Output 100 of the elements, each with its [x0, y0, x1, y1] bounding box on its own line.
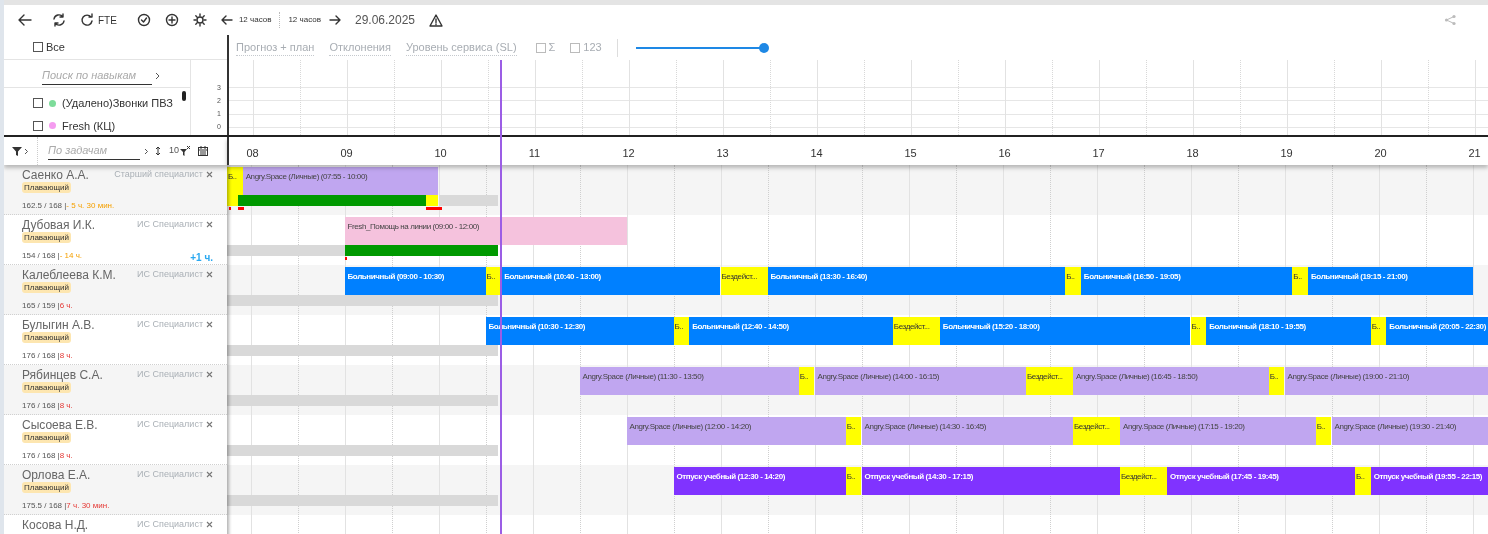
- shift-bar[interactable]: Больничный (18:10 - 19:55): [1206, 317, 1371, 345]
- shift-bar[interactable]: Отпуск учебный (12:30 - 14:20): [673, 467, 846, 495]
- shift-bar[interactable]: Больничный (09:00 - 10:30): [344, 267, 486, 295]
- scrollbar-thumb[interactable]: [182, 91, 186, 101]
- shift-bar[interactable]: Б..: [1065, 267, 1081, 295]
- shift-bar[interactable]: Angry.Space (Личные) (14:00 - 16:15): [814, 367, 1026, 395]
- checkbox[interactable]: [33, 42, 43, 52]
- add-circle-icon[interactable]: [164, 13, 179, 27]
- role-label: ИС Специалист: [137, 318, 203, 331]
- shift-bar[interactable]: Больничный (15:20 - 18:00): [939, 317, 1191, 345]
- employee-name: Рябинцев С.А.: [22, 367, 103, 384]
- task-search-field[interactable]: По задачам: [48, 142, 140, 160]
- shift-bar[interactable]: Бездейст...: [892, 317, 940, 345]
- chevron-right-icon[interactable]: [144, 147, 149, 155]
- close-icon[interactable]: [206, 471, 213, 479]
- shift-bar[interactable]: Бездейст...: [1026, 367, 1073, 395]
- shift-bar[interactable]: Отпуск учебный (19:55 - 22:15): [1370, 467, 1488, 495]
- shift-bar[interactable]: Angry.Space (Личные) (07:55 - 10:00): [242, 167, 439, 195]
- employee-name: Косова Н.Д.: [22, 517, 89, 534]
- deviation-mark: [344, 257, 347, 260]
- sort-icon[interactable]: [155, 146, 161, 156]
- skill-label[interactable]: (Удалено)Звонки ПВЗ: [62, 95, 173, 112]
- role-label: Старший специалист: [114, 168, 203, 181]
- checkbox[interactable]: [33, 98, 43, 109]
- skill-search-field[interactable]: Поиск по навыкам: [42, 67, 152, 85]
- hour-label: 16: [998, 146, 1011, 161]
- select-all-label[interactable]: Все: [46, 38, 65, 56]
- shift-bar[interactable]: Отпуск учебный (17:45 - 19:45): [1167, 467, 1355, 495]
- back-12h-button[interactable]: 12 часов: [220, 14, 272, 26]
- role-label: ИС Специалист: [137, 518, 203, 531]
- status-badge: Плавающий: [22, 482, 71, 493]
- hour-label: 12: [622, 146, 635, 161]
- shift-bar[interactable]: Бездейст...: [1120, 467, 1167, 495]
- skill-label[interactable]: Fresh (КЦ): [62, 117, 116, 134]
- shift-bar[interactable]: Angry.Space (Личные) (19:00 - 21:10): [1284, 367, 1488, 395]
- shift-bar[interactable]: Fresh_Помощь на линии (09:00 - 12:00): [344, 217, 627, 245]
- forward-12h-button[interactable]: 12 часов: [288, 14, 341, 26]
- hour-label: 08: [246, 146, 259, 161]
- deviation-mark: [425, 207, 442, 210]
- date-label[interactable]: 29.06.2025: [354, 11, 415, 29]
- shift-bar[interactable]: Angry.Space (Личные) (12:00 - 14:20): [626, 417, 846, 445]
- hour-label: 19: [1280, 146, 1293, 161]
- shift-bar[interactable]: Angry.Space (Личные) (19:30 - 21:40): [1331, 417, 1488, 445]
- hour-label: 18: [1186, 146, 1199, 161]
- overtime-label: +1 ч.: [190, 251, 213, 265]
- hour-label: 15: [904, 146, 917, 161]
- role-label: ИС Специалист: [137, 468, 203, 481]
- close-icon[interactable]: [206, 371, 213, 379]
- close-icon[interactable]: [206, 171, 213, 179]
- shift-bar[interactable]: Больничный (16:50 - 19:05): [1080, 267, 1293, 295]
- shift-bar[interactable]: Angry.Space (Личные) (11:30 - 13:50): [579, 367, 799, 395]
- employee-name: Орлова Е.А.: [22, 467, 91, 484]
- hour-label: 21: [1468, 146, 1481, 161]
- role-label: ИС Специалист: [137, 418, 203, 431]
- shift-bar[interactable]: Angry.Space (Личные) (16:45 - 18:50): [1073, 367, 1269, 395]
- status-badge: Плавающий: [22, 332, 71, 343]
- clear-filter-icon[interactable]: [180, 146, 191, 156]
- shift-bar[interactable]: Бездейст...: [1073, 417, 1120, 445]
- checkbox[interactable]: [33, 120, 43, 131]
- shift-bar[interactable]: Больничный (20:05 - 22:30): [1386, 317, 1488, 345]
- task-count: 10: [169, 144, 179, 158]
- close-icon[interactable]: [206, 221, 213, 229]
- shift-bar[interactable]: Б..: [1292, 267, 1308, 295]
- shift-bar[interactable]: Больничный (13:30 - 16:40): [767, 267, 1066, 295]
- shift-bar[interactable]: Отпуск учебный (14:30 - 17:15): [861, 467, 1120, 495]
- chevron-right-icon: [24, 147, 29, 155]
- checkbox[interactable]: [535, 42, 546, 53]
- checkbox[interactable]: [570, 42, 581, 53]
- shift-bar[interactable]: Больничный (12:40 - 14:50): [689, 317, 893, 345]
- shift-bar[interactable]: Angry.Space (Личные) (17:15 - 19:20): [1120, 417, 1316, 445]
- close-icon[interactable]: [206, 271, 213, 279]
- shift-bar[interactable]: Angry.Space (Личные) (14:30 - 16:45): [861, 417, 1073, 445]
- shift-bar[interactable]: Больничный (10:40 - 13:00): [501, 267, 721, 295]
- shift-bar[interactable]: Бездейст...: [720, 267, 768, 295]
- close-icon[interactable]: [206, 521, 213, 529]
- refresh-icon[interactable]: [52, 13, 66, 27]
- right-arrow-icon: [328, 15, 341, 25]
- employee-name: Калеблеева К.М.: [22, 267, 116, 284]
- fte-button[interactable]: FTE: [80, 12, 117, 28]
- hours-summary: 154 / 168 |- 14 ч.: [22, 250, 83, 262]
- chevron-right-icon[interactable]: [155, 71, 161, 80]
- status-badge: Плавающий: [22, 382, 71, 393]
- calendar-icon[interactable]: [198, 146, 208, 156]
- shift-bar[interactable]: Б..: [1355, 467, 1371, 495]
- hour-label: 10: [434, 146, 447, 161]
- back-arrow-icon[interactable]: [18, 14, 32, 26]
- shift-bar[interactable]: Б..: [227, 167, 243, 195]
- status-badge: Плавающий: [22, 232, 71, 243]
- check-badge-icon[interactable]: [136, 13, 151, 27]
- hours-summary: 176 / 168 |8 ч.: [22, 400, 73, 412]
- close-icon[interactable]: [206, 421, 213, 429]
- zoom-slider[interactable]: [634, 42, 769, 53]
- close-icon[interactable]: [206, 321, 213, 329]
- deviation-mark: [228, 207, 231, 210]
- hours-summary: 162.5 / 168 |- 5 ч. 30 мин.: [22, 200, 115, 212]
- hours-summary: 176 / 168 |8 ч.: [22, 450, 73, 462]
- employee-name: Дубовая И.К.: [22, 217, 96, 234]
- warning-icon[interactable]: [429, 13, 443, 27]
- gear-icon[interactable]: [192, 13, 207, 27]
- shift-bar[interactable]: Больничный (19:15 - 21:00): [1308, 267, 1473, 295]
